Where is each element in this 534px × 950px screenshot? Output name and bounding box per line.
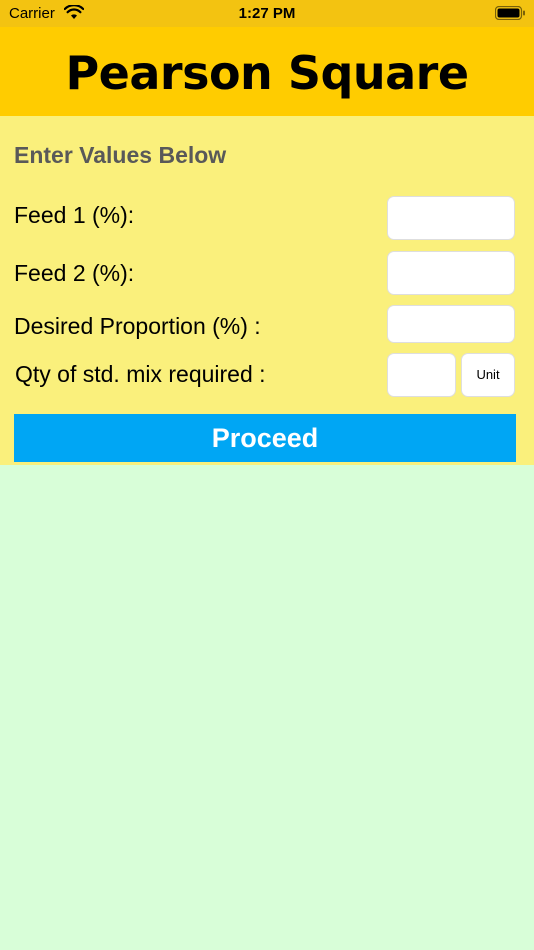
page-title: Pearson Square [65,46,469,100]
feed1-input[interactable] [387,196,515,240]
battery-icon [495,6,525,20]
proceed-button[interactable]: Proceed [14,414,516,462]
desired-proportion-label: Desired Proportion (%) : [14,313,261,339]
feed2-label: Feed 2 (%): [14,260,135,286]
unit-button[interactable]: Unit [461,353,515,397]
qty-label: Qty of std. mix required : [15,361,266,387]
feed2-input[interactable] [387,251,515,295]
desired-proportion-input[interactable] [387,305,515,343]
app-header: Pearson Square [0,27,534,116]
input-form: Enter Values Below Feed 1 (%): Feed 2 (%… [0,116,534,465]
feed1-label: Feed 1 (%): [14,202,135,228]
status-time: 1:27 PM [238,5,296,22]
qty-input[interactable] [387,353,456,397]
status-bar: Carrier 1:27 PM [0,0,534,27]
section-title: Enter Values Below [14,142,227,168]
